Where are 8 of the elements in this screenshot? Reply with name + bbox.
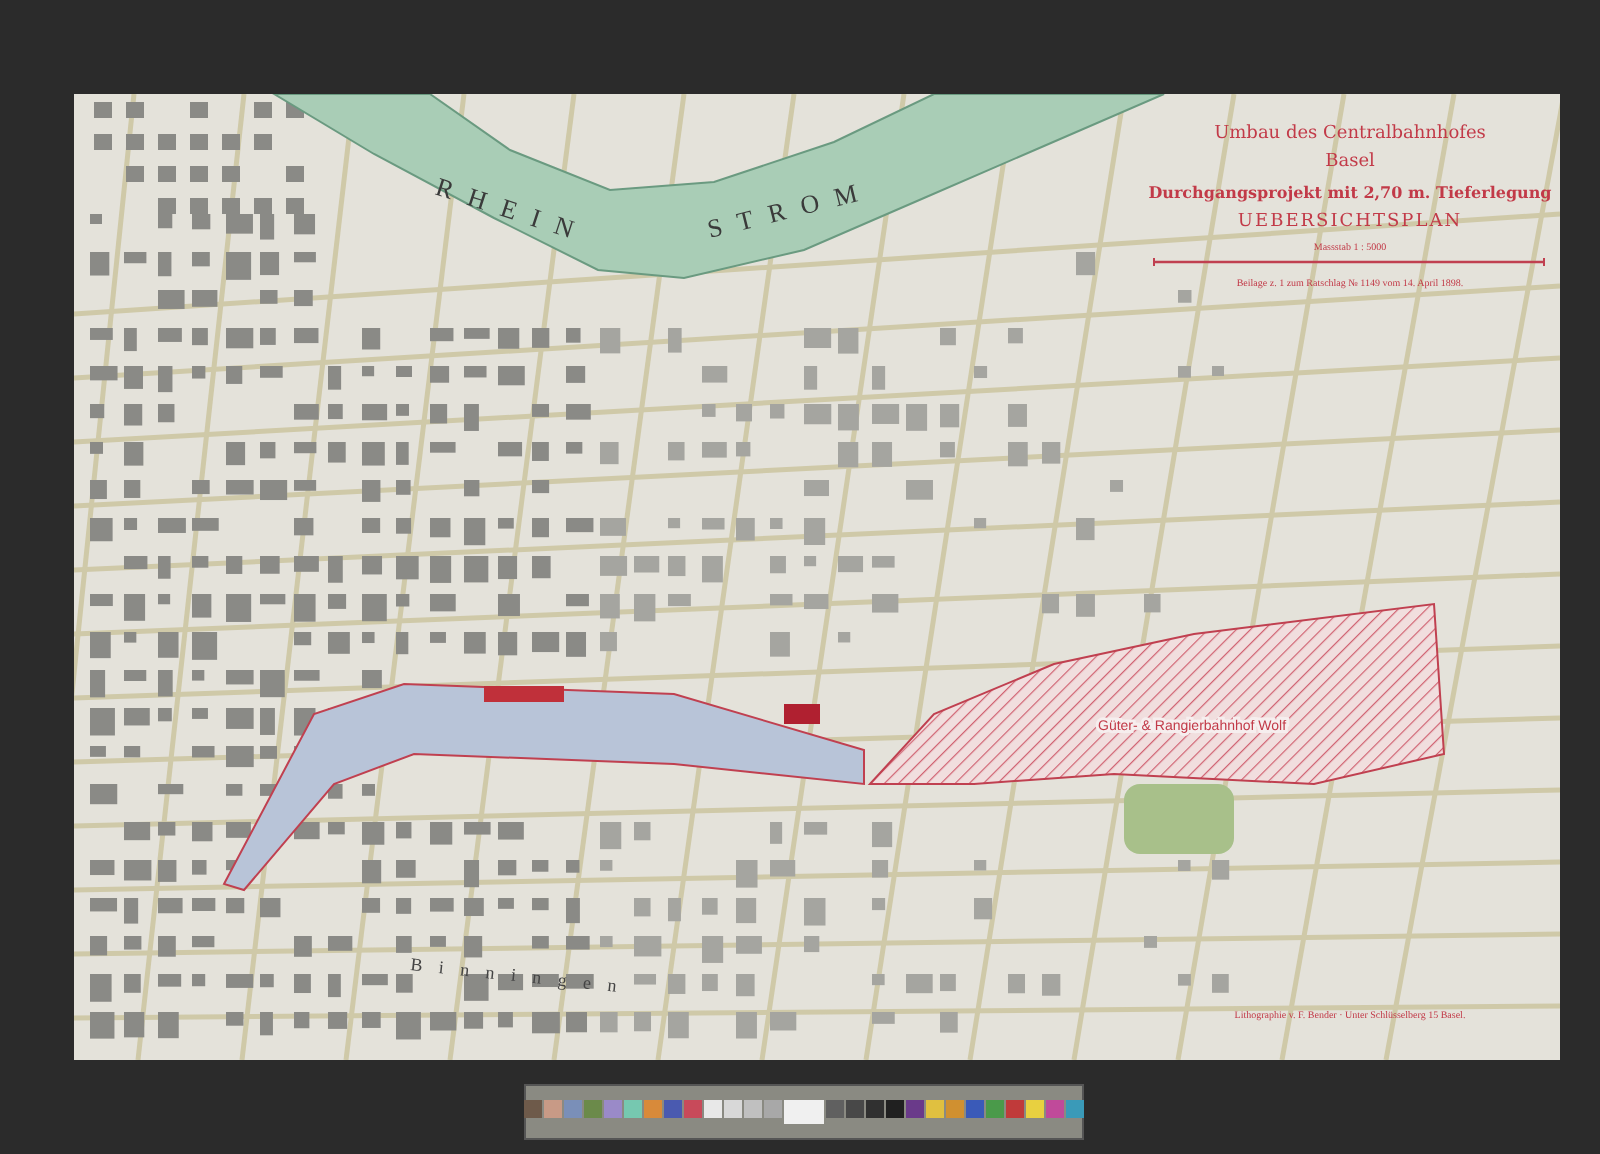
map-title: UEBERSICHTSPLAN <box>1237 212 1463 232</box>
map-title: Umbau des Centralbahnhofes <box>1214 124 1486 144</box>
park-drawing <box>1124 784 1234 854</box>
map-title: Durchgangsprojekt mit 2,70 m. Tieferlegung <box>1148 182 1552 202</box>
station-building-drawing <box>484 686 564 702</box>
station-building-drawing <box>784 704 820 724</box>
map-title: Basel <box>1325 152 1375 172</box>
place-label: B i n n i n g e n <box>409 954 624 997</box>
